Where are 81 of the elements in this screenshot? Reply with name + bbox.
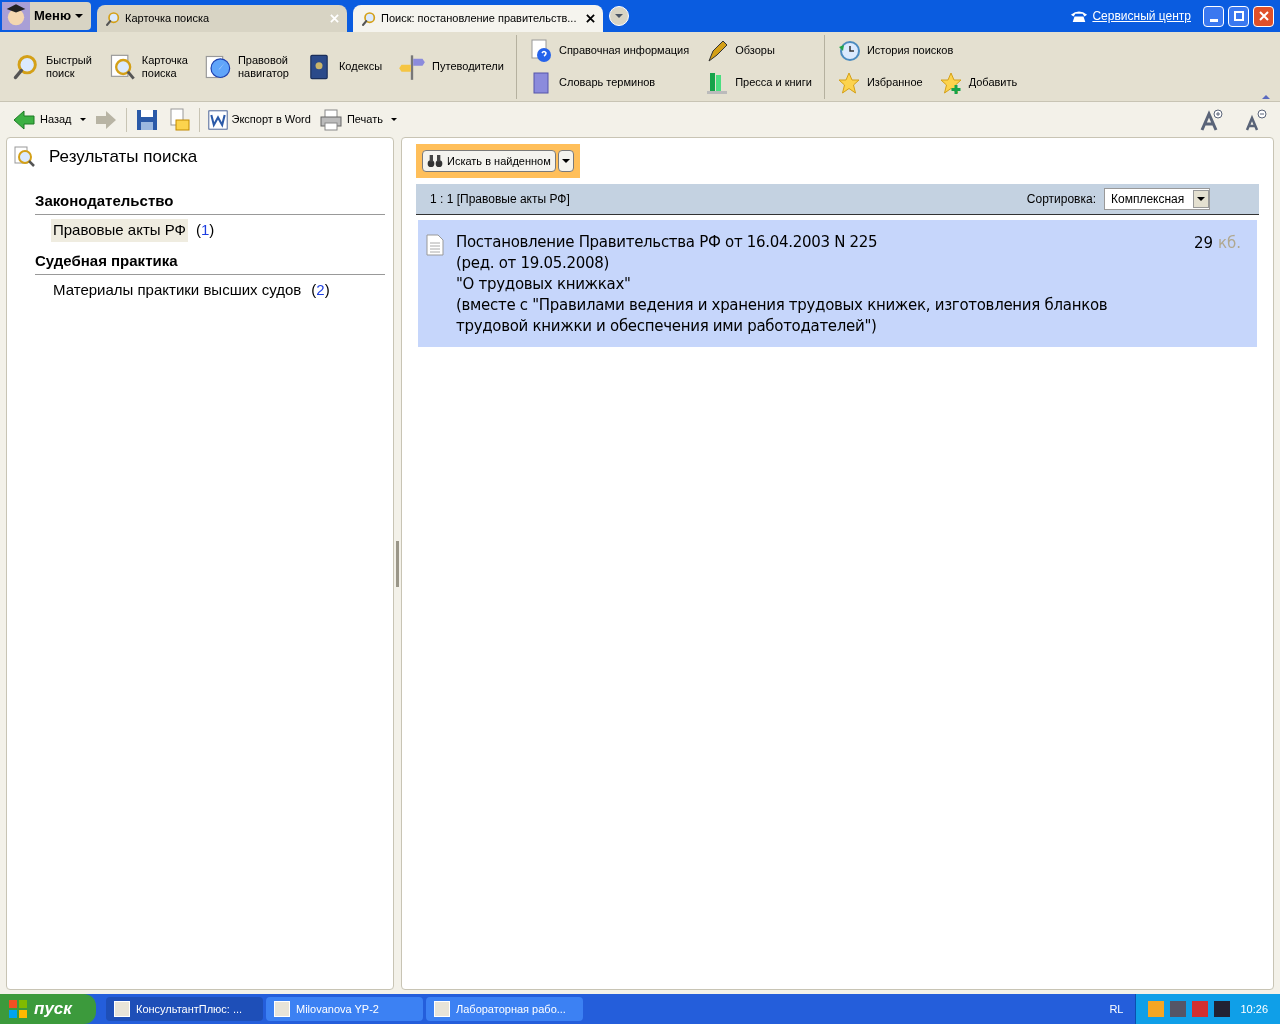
caret-icon[interactable] <box>79 118 86 121</box>
ribbon-button[interactable]: Избранное <box>836 70 923 95</box>
tray-icon[interactable] <box>1170 1001 1187 1017</box>
print-button[interactable]: Печать <box>318 107 383 132</box>
signpost-icon <box>398 52 427 81</box>
category-link[interactable]: Правовые акты РФ <box>51 219 188 242</box>
close-icon <box>1258 11 1269 21</box>
result-count[interactable]: (2) <box>311 279 330 302</box>
close-button[interactable] <box>1253 5 1274 27</box>
caret-icon[interactable] <box>390 118 397 121</box>
service-center-link[interactable]: Сервисный центр <box>1092 7 1191 25</box>
magnifier-icon <box>105 10 121 27</box>
result-text: (вместе с "Правилами ведения и хранения трудовых книжек, изготовления бланков <box>456 295 1108 316</box>
result-text: (ред. от 19.05.2008) <box>456 253 609 274</box>
taskbar-button[interactable]: КонсультантПлюс: ... <box>106 997 263 1021</box>
dropdown-button[interactable] <box>557 150 574 172</box>
app-icon <box>434 1001 450 1017</box>
result-item[interactable] <box>418 220 1257 347</box>
sort-label: Сортировка: <box>1026 191 1096 208</box>
results-summary: 1 : 1 [Правовые акты РФ] <box>430 191 570 208</box>
tab-label: Карточка поиска <box>125 11 211 27</box>
panel-title: Результаты поиска <box>49 146 198 168</box>
binoculars-icon <box>427 153 443 169</box>
tab[interactable]: Карточка поиска <box>97 5 347 32</box>
result-text: трудовой книжки и обеспечения ими работодателей") <box>456 316 877 337</box>
magnifier-icon <box>361 10 377 27</box>
section-heading: Законодательство <box>35 189 385 215</box>
tray-icon[interactable] <box>1214 1001 1231 1017</box>
ribbon-button[interactable]: Путеводители <box>398 52 504 81</box>
language-indicator[interactable]: RL <box>1109 1000 1124 1018</box>
ribbon-button[interactable]: Добавить <box>938 70 1018 95</box>
magnifier-icon <box>12 52 40 81</box>
ribbon-button[interactable]: Словарь терминов <box>528 70 690 95</box>
ribbon-button[interactable]: Правовой навигатор <box>203 52 289 81</box>
minimize-button[interactable] <box>1203 5 1224 27</box>
export-word-button[interactable]: Экспорт в Word <box>207 109 311 130</box>
professor-mascot-icon <box>2 2 30 30</box>
ribbon-button[interactable]: Карточка поиска <box>107 52 188 81</box>
windows-logo-icon <box>8 999 28 1019</box>
document-size: 29 кб. <box>1194 233 1241 254</box>
taskbar-button[interactable]: Milovanova YP-2 <box>266 997 423 1021</box>
tab[interactable]: Поиск: постановление правительств... <box>353 5 603 32</box>
result-count[interactable]: (1) <box>196 219 215 242</box>
category-link[interactable]: Материалы практики высших судов <box>51 279 304 302</box>
ribbon-button[interactable]: Кодексы <box>304 52 383 81</box>
result-text: "О трудовых книжках" <box>456 274 631 295</box>
app-icon <box>274 1001 290 1017</box>
back-button[interactable]: Назад <box>12 107 72 132</box>
result-text: Постановление Правительства РФ от 16.04.2003 N 225 <box>456 232 878 253</box>
left-arrow-icon <box>12 107 36 132</box>
app-icon <box>114 1001 130 1017</box>
restore-button[interactable] <box>1228 5 1249 27</box>
search-in-found-button[interactable]: Искать в найденном <box>422 150 556 172</box>
taskbar-button[interactable]: Лабораторная рабо... <box>426 997 583 1021</box>
sort-dropdown[interactable]: Комплексная <box>1104 188 1210 210</box>
ribbon-button[interactable]: Быстрый поиск <box>12 52 92 81</box>
ribbon-button[interactable]: Обзоры <box>705 38 812 63</box>
clock: 10:26 <box>1240 1001 1268 1017</box>
start-button[interactable]: пуск <box>0 994 96 1024</box>
printer-icon <box>318 107 343 132</box>
books-icon <box>705 70 730 95</box>
ribbon-button[interactable]: Справочная информация <box>528 38 690 63</box>
document-icon <box>426 234 444 256</box>
search-results-icon <box>13 144 37 169</box>
word-document-icon <box>207 109 228 130</box>
close-icon[interactable] <box>586 14 595 23</box>
font-increase-icon[interactable] <box>1200 107 1224 132</box>
dropdown-icon[interactable] <box>609 6 629 26</box>
font-decrease-icon[interactable] <box>1244 107 1268 132</box>
star-plus-icon <box>938 70 963 95</box>
pen-icon <box>705 38 730 63</box>
star-icon <box>836 70 861 95</box>
splitter-handle[interactable] <box>396 540 399 587</box>
ribbon-button[interactable]: Пресса и книги <box>705 70 812 95</box>
help-document-icon <box>528 38 553 63</box>
caret-icon <box>75 14 83 18</box>
menu-button[interactable]: Меню <box>2 2 91 30</box>
section-heading: Судебная практика <box>35 249 385 275</box>
ribbon-button[interactable]: История поисков <box>836 38 1018 63</box>
tab-label: Поиск: постановление правительств... <box>381 11 578 27</box>
telephone-icon <box>1070 9 1089 23</box>
